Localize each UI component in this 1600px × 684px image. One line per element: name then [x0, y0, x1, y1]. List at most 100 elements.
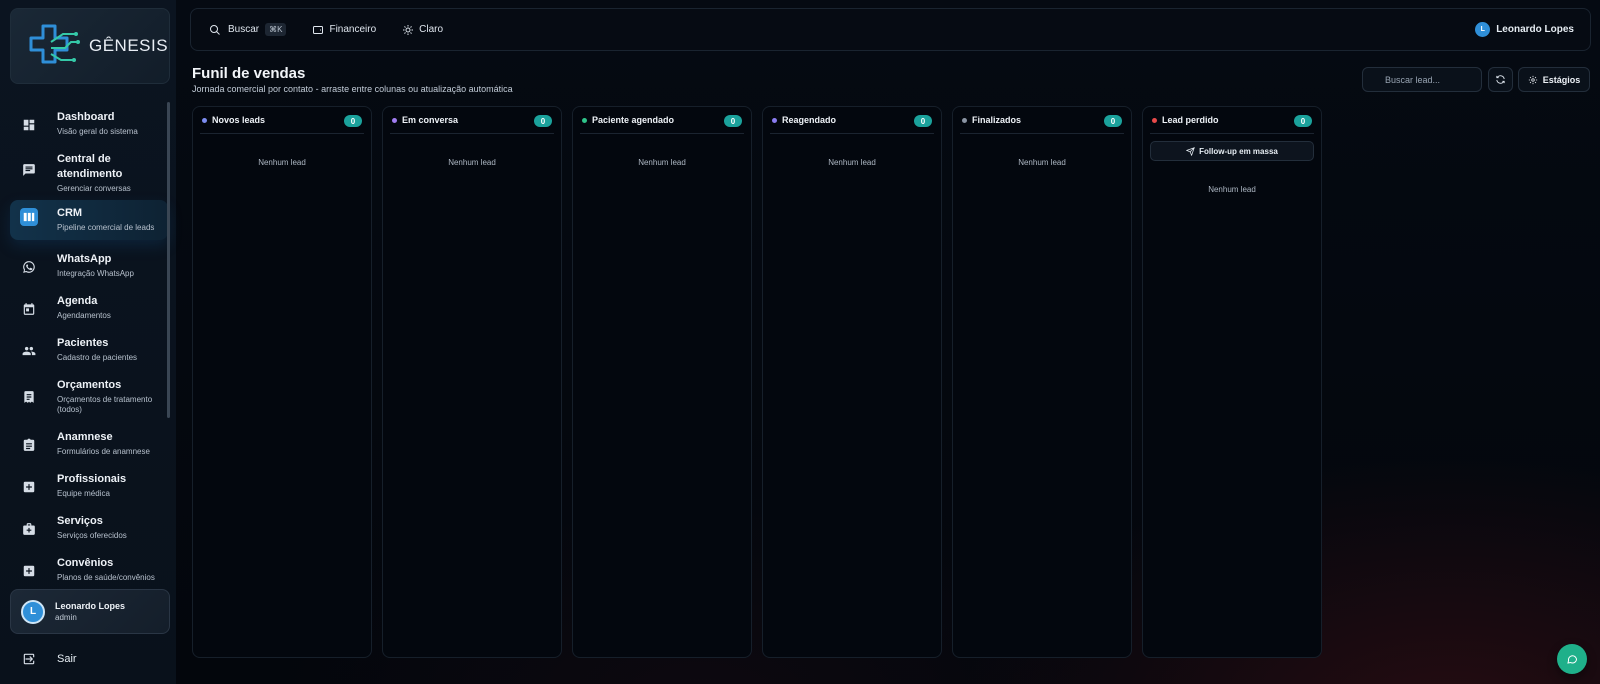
- column-count-badge: 0: [724, 115, 742, 127]
- column-header: Em conversa 0: [390, 107, 554, 134]
- sidebar-item-label: Central de atendimento: [57, 153, 123, 180]
- empty-state: Nenhum lead: [258, 158, 306, 167]
- topbar-user-menu[interactable]: L Leonardo Lopes: [1475, 22, 1574, 37]
- financeiro-label: Financeiro: [329, 24, 377, 35]
- sidebar-item-subtitle: Pipeline comercial de leads: [57, 223, 155, 232]
- topbar-user-name: Leonardo Lopes: [1496, 24, 1574, 35]
- column-count-badge: 0: [344, 115, 362, 127]
- lead-search-input[interactable]: Buscar lead...: [1362, 67, 1482, 92]
- sidebar-item-anamnese[interactable]: Anamnese Formulários de anamnese: [10, 430, 168, 464]
- sidebar-item-crm[interactable]: CRM Pipeline comercial de leads: [10, 200, 168, 240]
- empty-state: Nenhum lead: [828, 158, 876, 167]
- kanban-column[interactable]: Reagendado 0 Nenhum lead: [762, 106, 942, 658]
- column-count-badge: 0: [1104, 115, 1122, 127]
- kanban-column[interactable]: Finalizados 0 Nenhum lead: [952, 106, 1132, 658]
- avatar: L: [21, 599, 45, 624]
- sun-icon: [403, 24, 414, 35]
- empty-state: Nenhum lead: [638, 158, 686, 167]
- stages-button[interactable]: Estágios: [1518, 67, 1590, 92]
- sidebar-item-label: CRM: [57, 207, 83, 219]
- sidebar-item-subtitle: Cadastro de pacientes: [57, 353, 138, 362]
- health-plan-icon: [20, 562, 38, 580]
- sidebar-item-pacientes[interactable]: Pacientes Cadastro de pacientes: [10, 336, 168, 370]
- sidebar-item-label: Convênios: [57, 557, 114, 569]
- page-subtitle: Jornada comercial por contato - arraste …: [192, 84, 513, 94]
- logout-label: Sair: [57, 653, 77, 665]
- sidebar-item-profissionais[interactable]: Profissionais Equipe médica: [10, 472, 168, 506]
- column-header: Paciente agendado 0: [580, 107, 744, 134]
- sidebar-scrollbar[interactable]: [167, 102, 170, 418]
- column-header: Finalizados 0: [960, 107, 1124, 134]
- search-shortcut: ⌘K: [265, 23, 287, 36]
- column-dot: [1152, 117, 1157, 123]
- sidebar-item-subtitle: Integração WhatsApp: [57, 269, 134, 278]
- chat-bubble-icon: [1567, 655, 1578, 664]
- logo[interactable]: GÊNESIS: [10, 8, 170, 84]
- sidebar-item-whatsapp[interactable]: WhatsApp Integração WhatsApp: [10, 252, 168, 286]
- sidebar-item-subtitle: Orçamentos de tratamento (todos): [57, 395, 153, 414]
- column-dot: [202, 117, 207, 123]
- sidebar-item-label: Serviços: [57, 515, 103, 527]
- kanban-column[interactable]: Em conversa 0 Nenhum lead: [382, 106, 562, 658]
- empty-state: Nenhum lead: [1018, 158, 1066, 167]
- global-search-button[interactable]: Buscar ⌘K: [209, 23, 287, 36]
- column-dot: [962, 117, 967, 123]
- logout-button[interactable]: Sair: [20, 650, 77, 668]
- receipt-icon: [20, 388, 38, 406]
- column-count-badge: 0: [914, 115, 932, 127]
- column-count-badge: 0: [534, 115, 552, 127]
- column-dot: [392, 117, 397, 123]
- whatsapp-icon: [20, 258, 38, 276]
- user-name: Leonardo Lopes: [55, 601, 126, 611]
- sidebar-item-label: Profissionais: [57, 473, 127, 485]
- sidebar-item-label: Agenda: [57, 295, 98, 307]
- medkit-icon: [20, 520, 38, 538]
- sidebar-item-label: Orçamentos: [57, 379, 122, 391]
- column-header: Novos leads 0: [200, 107, 364, 134]
- column-header: Lead perdido 0: [1150, 107, 1314, 134]
- kanban-column[interactable]: Novos leads 0 Nenhum lead: [192, 106, 372, 658]
- dashboard-icon: [20, 116, 38, 134]
- kanban-column[interactable]: Lead perdido 0 Follow-up em massa Nenhum…: [1142, 106, 1322, 658]
- theme-toggle-button[interactable]: Claro: [402, 24, 443, 36]
- wallet-icon: [313, 25, 324, 34]
- empty-state: Nenhum lead: [448, 158, 496, 167]
- sidebar-item-label: WhatsApp: [57, 253, 112, 265]
- sidebar-item-servicos[interactable]: Serviços Serviços oferecidos: [10, 514, 168, 548]
- page-title: Funil de vendas: [192, 65, 306, 82]
- column-title: Lead perdido: [1162, 115, 1219, 125]
- followup-label: Follow-up em massa: [1199, 146, 1278, 156]
- sidebar-item-convenios[interactable]: Convênios Planos de saúde/convênios: [10, 556, 168, 590]
- sidebar-item-label: Pacientes: [57, 337, 109, 349]
- sidebar-item-label: Dashboard: [57, 111, 115, 123]
- kanban-column[interactable]: Paciente agendado 0 Nenhum lead: [572, 106, 752, 658]
- column-dot: [772, 117, 777, 123]
- stages-label: Estágios: [1542, 74, 1581, 85]
- genesis-logo-icon: [29, 24, 80, 64]
- refresh-button[interactable]: [1488, 67, 1513, 92]
- medical-plus-icon: [20, 478, 38, 496]
- chat-icon: [20, 161, 38, 179]
- sidebar-item-agenda[interactable]: Agenda Agendamentos: [10, 294, 168, 328]
- search-label: Buscar: [228, 24, 260, 35]
- sidebar-item-subtitle: Agendamentos: [57, 311, 111, 320]
- sidebar: GÊNESIS Dashboard Visão geral do sistema…: [0, 0, 176, 684]
- theme-label: Claro: [419, 24, 444, 35]
- financeiro-button[interactable]: Financeiro: [312, 24, 376, 36]
- topbar: Buscar ⌘K Financeiro Claro L Leonardo Lo…: [190, 8, 1591, 51]
- sidebar-item-subtitle: Gerenciar conversas: [57, 184, 131, 193]
- logo-text: GÊNESIS: [89, 36, 169, 55]
- sidebar-item-dashboard[interactable]: Dashboard Visão geral do sistema: [10, 110, 168, 144]
- sidebar-item-central-de-atendimento[interactable]: Central de atendimento Gerenciar convers…: [10, 152, 168, 196]
- column-header: Reagendado 0: [770, 107, 934, 134]
- mass-followup-button[interactable]: Follow-up em massa: [1150, 141, 1314, 161]
- sidebar-item-subtitle: Serviços oferecidos: [57, 531, 127, 540]
- calendar-icon: [20, 300, 38, 318]
- column-title: Reagendado: [782, 115, 837, 125]
- clipboard-icon: [20, 436, 38, 454]
- chat-fab-button[interactable]: [1557, 644, 1587, 674]
- people-icon: [20, 342, 38, 360]
- search-icon: [210, 24, 220, 35]
- sidebar-user-card[interactable]: L Leonardo Lopes admin: [10, 589, 170, 634]
- sidebar-item-orcamentos[interactable]: Orçamentos Orçamentos de tratamento (tod…: [10, 378, 168, 422]
